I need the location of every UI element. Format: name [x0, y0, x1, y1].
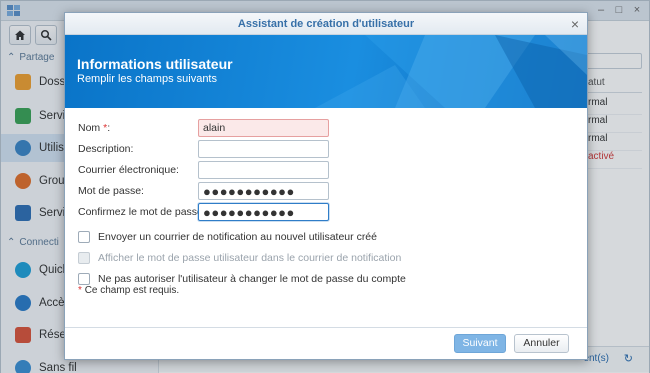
description-input[interactable]: [198, 140, 329, 158]
password-row: Mot de passe:: [78, 182, 578, 200]
show-password-option: Afficher le mot de passe utilisateur dan…: [78, 250, 401, 266]
notify-user-label: Envoyer un courrier de notification au n…: [98, 231, 377, 243]
banner-subtitle: Remplir les champs suivants: [77, 73, 217, 85]
email-input[interactable]: [198, 161, 329, 179]
user-creation-wizard: Assistant de création d'utilisateur × In…: [64, 12, 588, 360]
show-password-label: Afficher le mot de passe utilisateur dan…: [98, 252, 402, 264]
password-input[interactable]: [198, 182, 329, 200]
email-row: Courrier électronique:: [78, 161, 578, 179]
description-label: Description:: [78, 143, 134, 155]
description-row: Description:: [78, 140, 578, 158]
name-input[interactable]: [198, 119, 329, 137]
cancel-button[interactable]: Annuler: [514, 334, 569, 353]
confirm-password-row: Confirmez le mot de passe:: [78, 203, 578, 221]
dialog-banner: Informations utilisateur Remplir les cha…: [65, 35, 587, 108]
confirm-password-input[interactable]: [198, 203, 329, 221]
dialog-footer: Suivant Annuler: [65, 327, 587, 359]
disallow-password-change-label: Ne pas autoriser l'utilisateur à changer…: [98, 273, 406, 285]
dialog-titlebar: Assistant de création d'utilisateur ×: [65, 13, 587, 35]
confirm-password-label: Confirmez le mot de passe:: [78, 206, 206, 218]
notify-user-option[interactable]: Envoyer un courrier de notification au n…: [78, 229, 377, 245]
close-icon[interactable]: ×: [571, 13, 579, 35]
name-label: Nom *:: [78, 122, 111, 134]
password-label: Mot de passe:: [78, 185, 144, 197]
email-label: Courrier électronique:: [78, 164, 179, 176]
dialog-title: Assistant de création d'utilisateur: [237, 18, 415, 30]
next-button[interactable]: Suivant: [454, 334, 506, 353]
notify-user-checkbox[interactable]: [78, 231, 90, 243]
name-row: Nom *:: [78, 119, 578, 137]
disallow-password-change-checkbox[interactable]: [78, 273, 90, 285]
banner-title: Informations utilisateur: [77, 56, 233, 72]
required-field-note: * Ce champ est requis.: [78, 285, 180, 296]
show-password-checkbox: [78, 252, 90, 264]
